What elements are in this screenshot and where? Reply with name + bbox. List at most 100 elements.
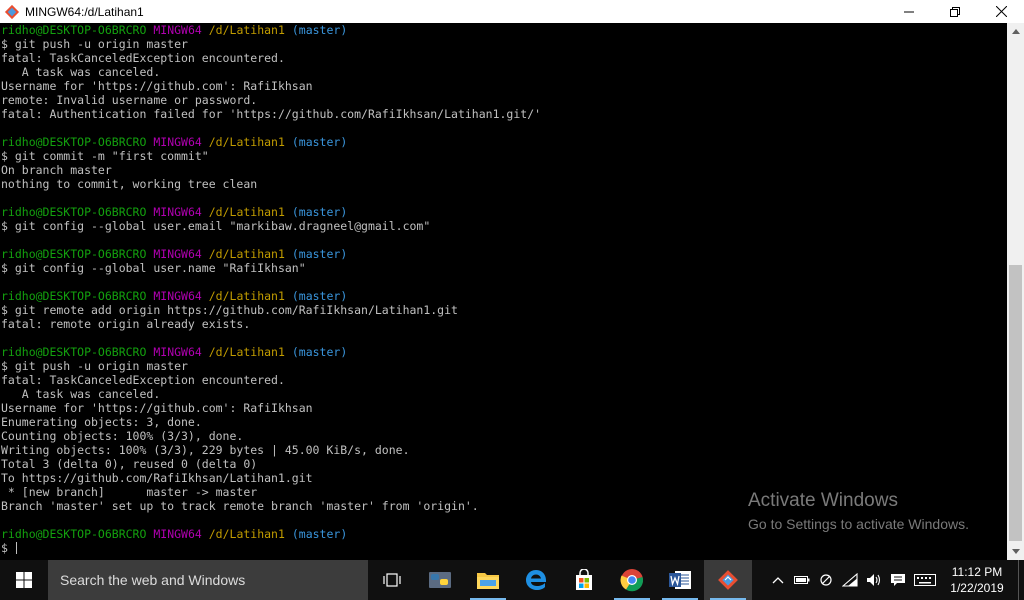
output-line: $ git remote add origin https://github.c… [1, 303, 458, 317]
prompt-line: ridho@DESKTOP-O6BRCRO MINGW64 /d/Latihan… [1, 345, 1007, 359]
windows-logo-icon [16, 572, 32, 588]
prompt-path: /d/Latihan1 [208, 289, 285, 303]
output-line: Total 3 (delta 0), reused 0 (delta 0) [1, 457, 258, 471]
search-input[interactable]: Search the web and Windows [48, 560, 368, 600]
activate-windows-watermark: Activate Windows Go to Settings to activ… [748, 490, 969, 532]
taskbar-git-bash[interactable] [704, 560, 752, 600]
output-line: Writing objects: 100% (3/3), 229 bytes |… [1, 443, 410, 457]
prompt-system: MINGW64 [153, 289, 202, 303]
output-line: $ git push -u origin master [1, 359, 188, 373]
prompt-path: /d/Latihan1 [208, 345, 285, 359]
output-line: fatal: Authentication failed for 'https:… [1, 107, 542, 121]
prompt-system: MINGW64 [153, 247, 202, 261]
taskbar-edge[interactable] [512, 560, 560, 600]
prompt-path: /d/Latihan1 [208, 205, 285, 219]
edge-icon [526, 570, 546, 590]
prompt-system: MINGW64 [153, 205, 202, 219]
output-line: $ git config --global user.email "markib… [1, 219, 431, 233]
minimize-button[interactable] [886, 0, 932, 23]
command-input-line: $ [1, 541, 1007, 555]
chevron-up-icon [772, 577, 784, 584]
output-line: To https://github.com/RafiIkhsan/Latihan… [1, 471, 313, 485]
prompt-branch: (master) [291, 289, 348, 303]
output-line: Enumerating objects: 3, done. [1, 415, 202, 429]
watermark-subtitle: Go to Settings to activate Windows. [748, 516, 969, 532]
restore-icon [950, 6, 960, 17]
disconnected-button[interactable] [814, 560, 838, 600]
system-tray: 11:12 PM 1/22/2019 [766, 560, 1024, 600]
arrow-down-icon [1011, 549, 1020, 554]
python-icon [429, 572, 451, 588]
prompt-system: MINGW64 [153, 135, 202, 149]
input-indicator-button[interactable] [910, 560, 940, 600]
watermark-title: Activate Windows [748, 490, 898, 511]
taskbar-file-explorer[interactable] [464, 560, 512, 600]
git-bash-icon [718, 570, 738, 590]
input-prompt[interactable]: $ [1, 541, 15, 555]
output-line: $ git push -u origin master [1, 37, 188, 51]
taskbar-word[interactable] [656, 560, 704, 600]
action-center-button[interactable] [886, 560, 910, 600]
taskbar-chrome[interactable] [608, 560, 656, 600]
close-button[interactable] [978, 0, 1024, 23]
battery-button[interactable] [790, 560, 814, 600]
disconnected-icon [820, 574, 832, 586]
maximize-button[interactable] [932, 0, 978, 23]
arrow-up-icon [1011, 29, 1020, 34]
scroll-up-button[interactable] [1007, 23, 1024, 40]
scrollbar-thumb[interactable] [1009, 265, 1022, 541]
clock-date: 1/22/2019 [950, 581, 1004, 595]
scroll-down-button[interactable] [1007, 543, 1024, 560]
show-desktop-button[interactable] [1018, 560, 1024, 600]
prompt-line: ridho@DESKTOP-O6BRCRO MINGW64 /d/Latihan… [1, 135, 1007, 149]
prompt-path: /d/Latihan1 [208, 135, 285, 149]
network-button[interactable] [838, 560, 862, 600]
search-placeholder: Search the web and Windows [60, 572, 246, 588]
prompt-system: MINGW64 [153, 345, 202, 359]
title-bar: MINGW64:/d/Latihan1 [0, 0, 1024, 23]
taskbar: Search the web and Windows 11:12 PM 1/22… [0, 560, 1024, 600]
prompt-system: MINGW64 [153, 23, 202, 37]
prompt-branch: (master) [291, 345, 348, 359]
battery-icon [794, 576, 810, 584]
prompt-user: ridho@DESKTOP-O6BRCRO [1, 205, 147, 219]
show-hidden-icons-button[interactable] [766, 560, 790, 600]
prompt-user: ridho@DESKTOP-O6BRCRO [1, 247, 147, 261]
prompt-path: /d/Latihan1 [208, 527, 285, 541]
prompt-line: ridho@DESKTOP-O6BRCRO MINGW64 /d/Latihan… [1, 205, 1007, 219]
start-button[interactable] [0, 560, 48, 600]
prompt-path: /d/Latihan1 [208, 23, 285, 37]
prompt-branch: (master) [291, 205, 348, 219]
output-line: $ git commit -m "first commit" [1, 149, 209, 163]
prompt-branch: (master) [291, 23, 348, 37]
close-icon [995, 6, 1007, 17]
scrollbar[interactable] [1007, 23, 1024, 560]
file-explorer-icon [477, 573, 499, 589]
volume-button[interactable] [862, 560, 886, 600]
wifi-icon [842, 573, 858, 587]
task-view-icon [383, 573, 401, 587]
output-line: Username for 'https://github.com': RafiI… [1, 79, 313, 93]
prompt-line: ridho@DESKTOP-O6BRCRO MINGW64 /d/Latihan… [1, 23, 1007, 37]
prompt-user: ridho@DESKTOP-O6BRCRO [1, 23, 147, 37]
store-icon [576, 569, 592, 590]
output-line: On branch master [1, 163, 112, 177]
output-line: Username for 'https://github.com': RafiI… [1, 401, 313, 415]
prompt-user: ridho@DESKTOP-O6BRCRO [1, 135, 147, 149]
prompt-line: ridho@DESKTOP-O6BRCRO MINGW64 /d/Latihan… [1, 247, 1007, 261]
keyboard-icon [914, 574, 936, 586]
action-center-icon [891, 574, 905, 586]
word-icon [669, 571, 691, 589]
task-view-button[interactable] [368, 560, 416, 600]
taskbar-python[interactable] [416, 560, 464, 600]
text-cursor [15, 542, 17, 554]
clock[interactable]: 11:12 PM 1/22/2019 [940, 564, 1014, 596]
clock-time: 11:12 PM [951, 565, 1003, 579]
prompt-user: ridho@DESKTOP-O6BRCRO [1, 289, 147, 303]
taskbar-store[interactable] [560, 560, 608, 600]
prompt-branch: (master) [291, 527, 348, 541]
terminal-output[interactable]: ridho@DESKTOP-O6BRCRO MINGW64 /d/Latihan… [0, 23, 1007, 560]
prompt-branch: (master) [291, 247, 348, 261]
